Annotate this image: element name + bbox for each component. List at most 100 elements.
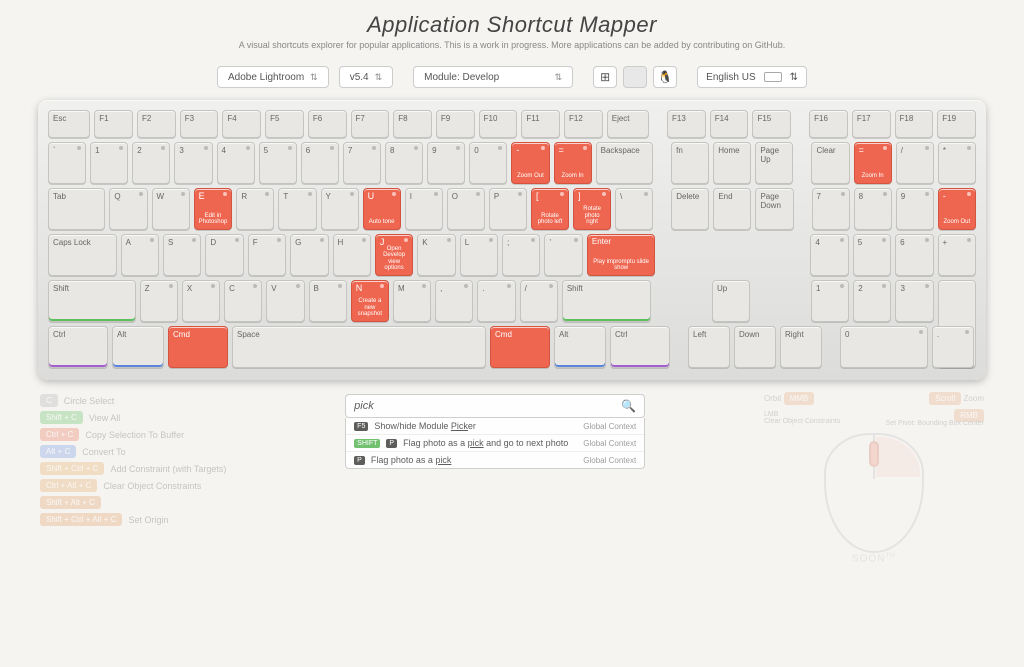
key-f15[interactable]: F15 (752, 110, 791, 138)
key-e[interactable]: EEdit in Photoshop (194, 188, 233, 230)
key-2[interactable]: 2 (132, 142, 170, 184)
key-comma[interactable]: , (435, 280, 473, 322)
key-f8[interactable]: F8 (393, 110, 432, 138)
key-left-bracket[interactable]: [Rotate photo left (531, 188, 569, 230)
key-d[interactable]: D (205, 234, 243, 276)
key-l[interactable]: L (460, 234, 498, 276)
key-end[interactable]: End (713, 188, 751, 230)
key-numpad-3[interactable]: 3 (895, 280, 933, 322)
key-down[interactable]: Down (734, 326, 776, 368)
key-left-alt[interactable]: Alt (112, 326, 164, 368)
key-r[interactable]: R (236, 188, 274, 230)
key-delete[interactable]: Delete (671, 188, 709, 230)
key-7[interactable]: 7 (343, 142, 381, 184)
key-numpad-8[interactable]: 8 (854, 188, 892, 230)
key-numpad-star[interactable]: * (938, 142, 976, 184)
key-f19[interactable]: F19 (937, 110, 976, 138)
key-f10[interactable]: F10 (479, 110, 518, 138)
key-f16[interactable]: F16 (809, 110, 848, 138)
key-i[interactable]: I (405, 188, 443, 230)
key-f7[interactable]: F7 (351, 110, 390, 138)
key-numpad-plus[interactable]: + (938, 234, 976, 276)
os-windows-button[interactable]: ⊞ (593, 66, 617, 88)
key-tab[interactable]: Tab (48, 188, 105, 230)
key-numpad-dot[interactable]: . (932, 326, 974, 368)
key-backspace[interactable]: Backspace (596, 142, 653, 184)
key-fn[interactable]: fn (671, 142, 709, 184)
key-5[interactable]: 5 (259, 142, 297, 184)
key-f3[interactable]: F3 (180, 110, 219, 138)
key-f13[interactable]: F13 (667, 110, 706, 138)
key-backtick[interactable]: ` (48, 142, 86, 184)
key-f6[interactable]: F6 (308, 110, 347, 138)
key-numpad-0[interactable]: 0 (840, 326, 928, 368)
key-o[interactable]: O (447, 188, 485, 230)
key-t[interactable]: T (278, 188, 316, 230)
os-linux-button[interactable]: 🐧 (653, 66, 677, 88)
key-f12[interactable]: F12 (564, 110, 603, 138)
key-f17[interactable]: F17 (852, 110, 891, 138)
key-backslash[interactable]: \ (615, 188, 653, 230)
key-eject[interactable]: Eject (607, 110, 649, 138)
key-numpad-minus[interactable]: -Zoom Out (938, 188, 976, 230)
key-right-bracket[interactable]: ]Rotate photo right (573, 188, 611, 230)
key-a[interactable]: A (121, 234, 159, 276)
key-numpad-6[interactable]: 6 (895, 234, 933, 276)
key-p[interactable]: P (489, 188, 527, 230)
key-equals[interactable]: =Zoom In (554, 142, 592, 184)
key-slash[interactable]: / (520, 280, 558, 322)
key-left-shift[interactable]: Shift (48, 280, 136, 322)
key-minus[interactable]: -Zoom Out (511, 142, 549, 184)
key-9[interactable]: 9 (427, 142, 465, 184)
key-f4[interactable]: F4 (222, 110, 261, 138)
key-x[interactable]: X (182, 280, 220, 322)
key-j[interactable]: JOpen Develop view options (375, 234, 413, 276)
key-z[interactable]: Z (140, 280, 178, 322)
key-numpad-2[interactable]: 2 (853, 280, 891, 322)
key-6[interactable]: 6 (301, 142, 339, 184)
key-f1[interactable]: F1 (94, 110, 133, 138)
key-f11[interactable]: F11 (521, 110, 560, 138)
language-select[interactable]: English US ⇅ (697, 66, 807, 88)
key-up[interactable]: Up (712, 280, 750, 322)
key-q[interactable]: Q (109, 188, 147, 230)
key-b[interactable]: B (309, 280, 347, 322)
key-y[interactable]: Y (321, 188, 359, 230)
search-input[interactable] (354, 400, 621, 412)
key-1[interactable]: 1 (90, 142, 128, 184)
key-3[interactable]: 3 (174, 142, 212, 184)
key-u[interactable]: UAuto tone (363, 188, 401, 230)
key-s[interactable]: S (163, 234, 201, 276)
key-numpad-4[interactable]: 4 (810, 234, 848, 276)
key-c[interactable]: C (224, 280, 262, 322)
key-space[interactable]: Space (232, 326, 486, 368)
key-w[interactable]: W (152, 188, 190, 230)
key-f18[interactable]: F18 (895, 110, 934, 138)
key-quote[interactable]: ' (544, 234, 582, 276)
key-v[interactable]: V (266, 280, 304, 322)
key-n[interactable]: NCreate a new snapshot (351, 280, 389, 322)
key-left[interactable]: Left (688, 326, 730, 368)
key-period[interactable]: . (477, 280, 515, 322)
search-result[interactable]: SHIFTP Flag photo as a pick and go to ne… (346, 434, 644, 451)
context-select[interactable]: Module: Develop⇅ (413, 66, 573, 88)
key-4[interactable]: 4 (217, 142, 255, 184)
key-f5[interactable]: F5 (265, 110, 304, 138)
os-mac-button[interactable] (623, 66, 647, 88)
key-numpad-7[interactable]: 7 (812, 188, 850, 230)
key-right[interactable]: Right (780, 326, 822, 368)
key-8[interactable]: 8 (385, 142, 423, 184)
key-h[interactable]: H (333, 234, 371, 276)
key-f[interactable]: F (248, 234, 286, 276)
key-capslock[interactable]: Caps Lock (48, 234, 117, 276)
key-m[interactable]: M (393, 280, 431, 322)
version-select[interactable]: v5.4⇅ (339, 66, 393, 88)
key-right-ctrl[interactable]: Ctrl (610, 326, 670, 368)
key-left-ctrl[interactable]: Ctrl (48, 326, 108, 368)
key-k[interactable]: K (417, 234, 455, 276)
key-f9[interactable]: F9 (436, 110, 475, 138)
key-numpad-equals[interactable]: =Zoom In (854, 142, 892, 184)
search-result[interactable]: P Flag photo as a pick Global Context (346, 451, 644, 468)
key-right-cmd[interactable]: Cmd (490, 326, 550, 368)
search-result[interactable]: F5 Show/hide Module Picker Global Contex… (346, 418, 644, 434)
